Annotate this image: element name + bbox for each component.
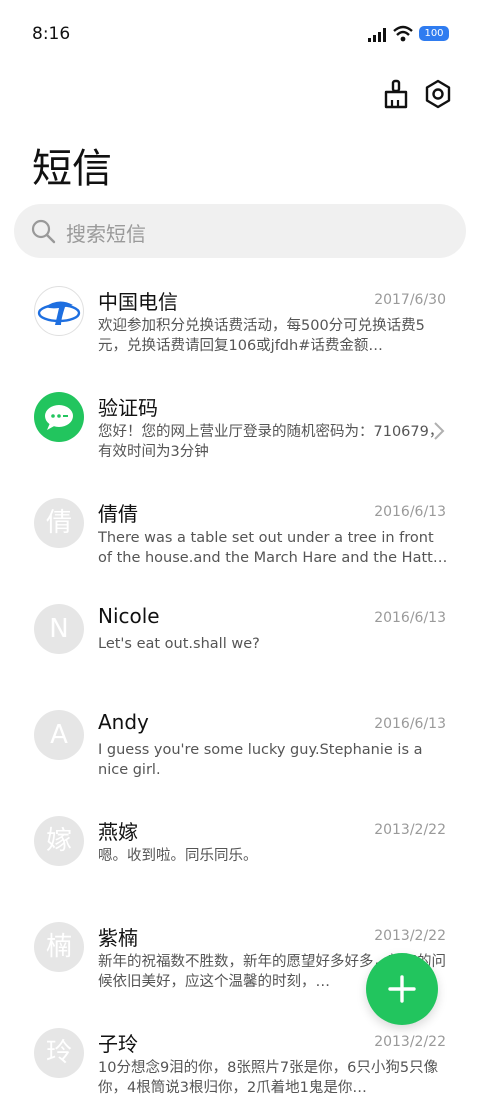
message-date: 2013/2/22 bbox=[374, 1034, 446, 1050]
search-icon bbox=[31, 219, 56, 244]
wifi-icon bbox=[393, 25, 413, 42]
message-item[interactable]: 中国电信 2017/6/30 欢迎参加积分兑换话费活动，每500分可兑换话费5元… bbox=[0, 270, 480, 376]
message-preview: Let's eat out.shall we? bbox=[98, 636, 260, 652]
status-time: 8:16 bbox=[32, 24, 71, 44]
message-date: 2016/6/13 bbox=[374, 610, 446, 626]
search-placeholder: 搜索短信 bbox=[66, 222, 146, 246]
message-item[interactable]: 倩 倩倩 2016/6/13 There was a table set out… bbox=[0, 482, 480, 588]
message-preview: 嗯。收到啦。同乐同乐。 bbox=[98, 848, 258, 864]
message-item[interactable]: N Nicole 2016/6/13 Let's eat out.shall w… bbox=[0, 588, 480, 694]
avatar: 楠 bbox=[34, 922, 84, 972]
message-preview: There was a table set out under a tree i… bbox=[98, 530, 448, 566]
message-date: 2013/2/22 bbox=[374, 822, 446, 838]
avatar bbox=[34, 286, 84, 336]
china-telecom-logo-icon bbox=[36, 288, 82, 334]
clean-brush-icon[interactable] bbox=[380, 78, 412, 110]
avatar: A bbox=[34, 710, 84, 760]
message-preview: 您好！您的网上营业厅登录的随机密码为：710679，有效时间为3分钟 bbox=[98, 424, 444, 460]
contact-name: 燕嫁 bbox=[98, 820, 138, 844]
compose-button[interactable] bbox=[366, 953, 438, 1025]
message-preview: 欢迎参加积分兑换话费活动，每500分可兑换话费5元，兑换话费请回复106或jfd… bbox=[98, 318, 425, 354]
message-date: 2013/2/22 bbox=[374, 928, 446, 944]
settings-gear-icon[interactable] bbox=[422, 78, 454, 110]
avatar: 嫁 bbox=[34, 816, 84, 866]
contact-name: Andy bbox=[98, 710, 149, 734]
contact-name: 验证码 bbox=[98, 396, 158, 420]
avatar: 玲 bbox=[34, 1028, 84, 1078]
message-preview: 10分想念9泪的你，8张照片7张是你，6只小狗5只像你，4根筒说3根归你，2爪着… bbox=[98, 1060, 439, 1096]
avatar: 倩 bbox=[34, 498, 84, 548]
contact-name: 子玲 bbox=[98, 1032, 138, 1056]
message-item[interactable]: 嫁 燕嫁 2013/2/22 嗯。收到啦。同乐同乐。 bbox=[0, 800, 480, 906]
message-preview: I guess you're some lucky guy.Stephanie … bbox=[98, 742, 423, 778]
message-date: 2016/6/13 bbox=[374, 504, 446, 520]
plus-icon bbox=[388, 975, 416, 1003]
sms-bubble-icon bbox=[45, 405, 73, 430]
search-bar[interactable]: 搜索短信 bbox=[14, 204, 466, 258]
page-title: 短信 bbox=[32, 146, 112, 192]
message-item[interactable]: A Andy 2016/6/13 I guess you're some luc… bbox=[0, 694, 480, 800]
avatar bbox=[34, 392, 84, 442]
contact-name: 紫楠 bbox=[98, 926, 138, 950]
contact-name: 中国电信 bbox=[98, 290, 178, 314]
message-date: 2017/6/30 bbox=[374, 292, 446, 308]
contact-name: Nicole bbox=[98, 604, 160, 628]
status-bar: 8:16 100 bbox=[0, 0, 480, 70]
avatar: N bbox=[34, 604, 84, 654]
message-item[interactable]: 验证码 您好！您的网上营业厅登录的随机密码为：710679，有效时间为3分钟 bbox=[0, 376, 480, 482]
battery-indicator: 100 bbox=[419, 26, 449, 41]
contact-name: 倩倩 bbox=[98, 502, 138, 526]
message-date: 2016/6/13 bbox=[374, 716, 446, 732]
message-item[interactable]: 玲 子玲 2013/2/22 10分想念9泪的你，8张照片7张是你，6只小狗5只… bbox=[0, 1012, 480, 1118]
signal-icon bbox=[368, 28, 386, 42]
